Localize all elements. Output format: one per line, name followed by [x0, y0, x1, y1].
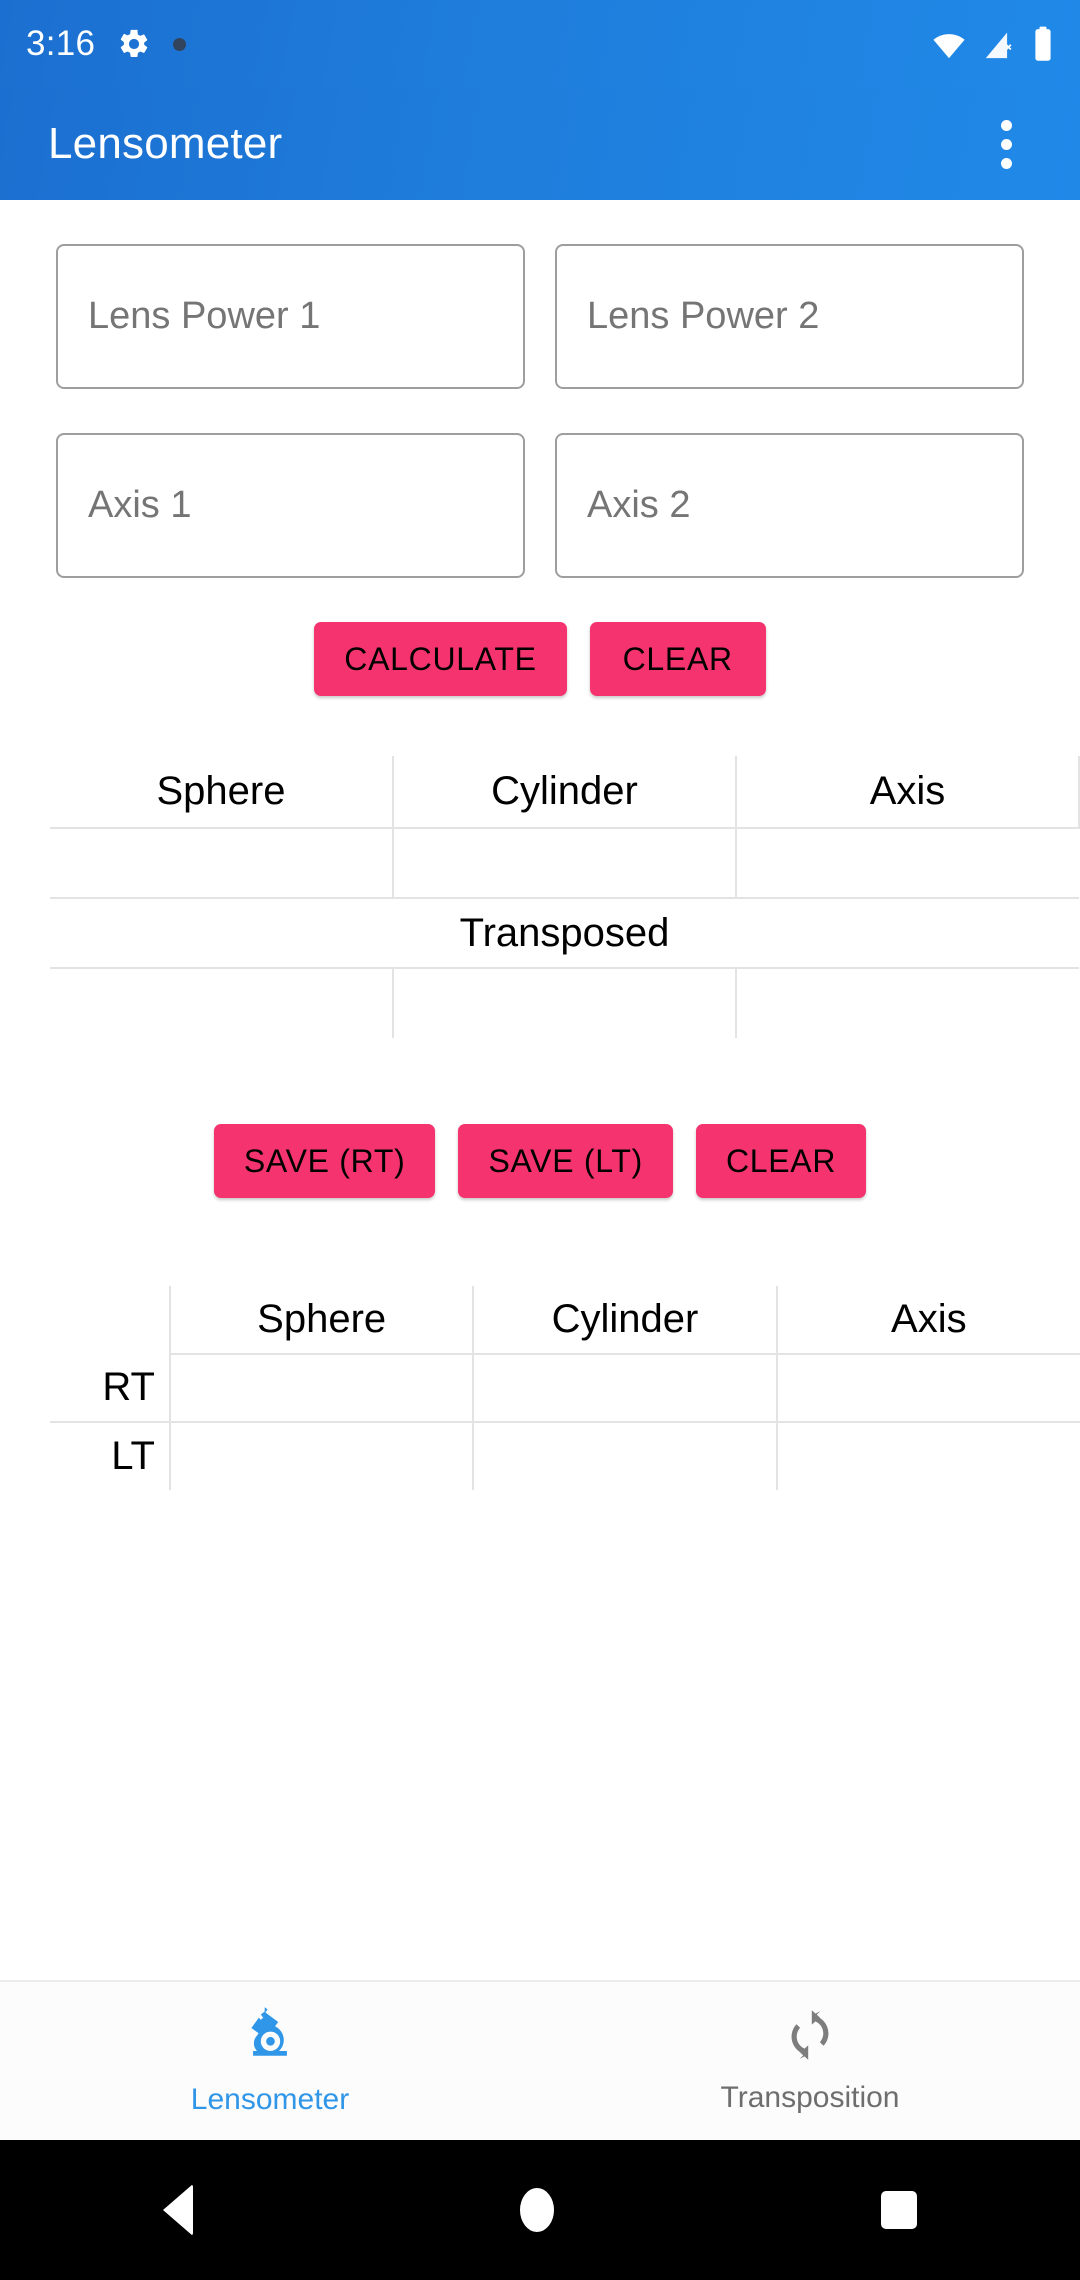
axis-2-placeholder: Axis 2: [587, 484, 691, 526]
table-row: LT: [50, 1422, 1080, 1490]
saved-rt-axis: [776, 1354, 1080, 1423]
saved-row-label-lt: LT: [50, 1422, 171, 1490]
gear-icon: [117, 27, 151, 61]
bottom-navigation: Lensometer Transposition: [0, 1980, 1080, 2140]
transposed-value-row: [50, 968, 1079, 1038]
lens-power-2-input[interactable]: Lens Power 2: [555, 244, 1024, 389]
status-bar: 3:16: [0, 0, 1080, 88]
table-row: RT: [50, 1354, 1080, 1423]
main-content: Lens Power 1 Lens Power 2 Axis 1 Axis 2 …: [0, 200, 1080, 1980]
save-lt-button[interactable]: SAVE (LT): [458, 1124, 673, 1198]
transposed-value-cylinder: [393, 968, 737, 1038]
lens-power-row: Lens Power 1 Lens Power 2: [0, 244, 1080, 389]
overflow-dot: [1000, 138, 1012, 150]
saved-row-label-rt: RT: [50, 1354, 171, 1423]
saved-lt-sphere: [170, 1422, 475, 1490]
lens-power-2-placeholder: Lens Power 2: [587, 295, 820, 337]
axis-1-placeholder: Axis 1: [88, 484, 192, 526]
saved-header-sphere: Sphere: [170, 1286, 475, 1355]
result-table-value-row: [50, 828, 1079, 899]
axis-row: Axis 1 Axis 2: [0, 433, 1080, 578]
saved-rt-sphere: [170, 1354, 475, 1423]
calculate-button[interactable]: CALCULATE: [314, 622, 567, 696]
result-value-axis: [736, 828, 1079, 899]
tab-lensometer-label: Lensometer: [190, 2082, 350, 2116]
saved-table: Sphere Cylinder Axis RT LT: [50, 1286, 1080, 1490]
transposed-value-axis: [736, 968, 1079, 1038]
cellular-no-sim-icon: [982, 27, 1018, 61]
saved-header-cylinder: Cylinder: [473, 1286, 778, 1355]
result-table: Sphere Cylinder Axis Transposed: [50, 756, 1080, 1038]
android-navigation-bar: [0, 2140, 1080, 2280]
tab-lensometer[interactable]: Lensometer: [0, 1982, 540, 2140]
phone-screen: 3:16 Lensometer Lens Power 1 Lens Power …: [0, 0, 1080, 2280]
saved-lt-cylinder: [473, 1422, 778, 1490]
back-button-icon[interactable]: [163, 2184, 194, 2236]
recents-button-icon[interactable]: [880, 2191, 917, 2229]
result-header-axis: Axis: [736, 756, 1080, 829]
wifi-icon: [930, 27, 968, 61]
transposed-value-sphere: [50, 968, 394, 1038]
microscope-icon: [241, 2006, 299, 2069]
saved-header-axis: Axis: [776, 1286, 1080, 1355]
overflow-dot: [1000, 119, 1012, 131]
overflow-menu-icon[interactable]: [964, 102, 1048, 186]
transposed-label-row: Transposed: [50, 898, 1079, 969]
saved-rt-cylinder: [473, 1354, 778, 1423]
tab-transposition-label: Transposition: [720, 2080, 900, 2114]
calculate-clear-button-row: CALCULATE CLEAR: [0, 622, 1080, 696]
transposed-label: Transposed: [50, 898, 1079, 969]
swap-arrows-icon: [783, 2008, 837, 2067]
save-rt-button[interactable]: SAVE (RT): [213, 1124, 436, 1198]
result-value-cylinder: [393, 828, 737, 899]
status-bar-left: 3:16: [26, 24, 187, 64]
clear-button[interactable]: CLEAR: [589, 622, 766, 696]
axis-2-input[interactable]: Axis 2: [555, 433, 1024, 578]
tab-transposition[interactable]: Transposition: [540, 1982, 1080, 2140]
result-header-cylinder: Cylinder: [393, 756, 737, 829]
overflow-dot: [1000, 157, 1012, 169]
saved-table-header-row: Sphere Cylinder Axis: [50, 1286, 1080, 1355]
saved-lt-axis: [777, 1422, 1080, 1490]
app-bar: Lensometer: [0, 88, 1080, 200]
home-button-icon[interactable]: [519, 2188, 554, 2232]
status-bar-clock: 3:16: [26, 24, 96, 63]
axis-1-input[interactable]: Axis 1: [56, 433, 525, 578]
result-header-sphere: Sphere: [50, 756, 394, 829]
saved-table-corner: [50, 1286, 171, 1354]
lens-power-1-placeholder: Lens Power 1: [88, 295, 321, 337]
status-bar-right: [930, 25, 1054, 63]
lens-power-1-input[interactable]: Lens Power 1: [56, 244, 525, 389]
saved-clear-button[interactable]: CLEAR: [695, 1124, 867, 1198]
dot-indicator-icon: [173, 37, 187, 51]
result-value-sphere: [50, 828, 394, 899]
result-table-header-row: Sphere Cylinder Axis: [50, 756, 1080, 829]
page-title: Lensometer: [48, 119, 283, 168]
battery-icon: [1032, 25, 1054, 63]
save-button-row: SAVE (RT) SAVE (LT) CLEAR: [0, 1124, 1080, 1198]
